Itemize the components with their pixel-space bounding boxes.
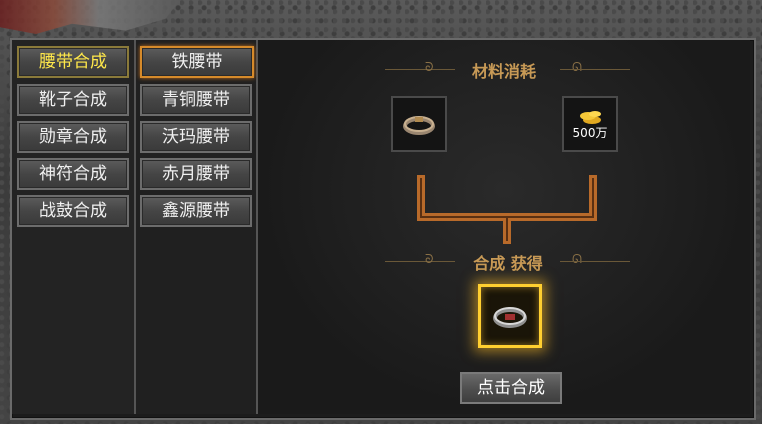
category-button-belt[interactable]: 腰带合成 [17, 46, 129, 78]
synthesize-button[interactable]: 点击合成 [460, 372, 562, 404]
item-label: 青铜腰带 [162, 90, 230, 110]
category-label: 腰带合成 [39, 52, 107, 72]
category-button-war-drum[interactable]: 战鼓合成 [17, 195, 129, 227]
category-button-medal[interactable]: 勋章合成 [17, 121, 129, 153]
item-label: 铁腰带 [171, 52, 223, 72]
category-label: 勋章合成 [39, 127, 107, 147]
item-button-woma-belt[interactable]: 沃玛腰带 [140, 121, 252, 153]
category-label: 神符合成 [39, 164, 107, 184]
connector-shade [420, 178, 422, 218]
divider-line [560, 69, 630, 70]
connector-shade [506, 216, 508, 241]
item-button-bronze-belt[interactable]: 青铜腰带 [140, 84, 252, 116]
material-slot[interactable] [391, 96, 447, 152]
item-label: 沃玛腰带 [162, 127, 230, 147]
item-button-redmoon-belt[interactable]: 赤月腰带 [140, 158, 252, 190]
ring-belt-icon [403, 116, 435, 135]
item-button-xinyuan-belt[interactable]: 鑫源腰带 [140, 195, 252, 227]
item-button-iron-belt[interactable]: 铁腰带 [140, 46, 254, 78]
gold-amount: 500万 [572, 126, 608, 140]
connector-shade [592, 178, 594, 218]
divider-line [560, 261, 630, 262]
result-slot[interactable] [478, 284, 542, 348]
scroll-ornament-icon: ᘏ [572, 252, 582, 266]
item-label: 赤月腰带 [162, 164, 230, 184]
category-label: 战鼓合成 [39, 201, 107, 221]
category-label: 靴子合成 [39, 90, 107, 110]
scroll-ornament-icon: ᘏ [572, 60, 582, 74]
belt-icon [493, 307, 527, 328]
category-button-talisman[interactable]: 神符合成 [17, 158, 129, 190]
material-slot[interactable]: 500万 [562, 96, 618, 152]
category-button-boots[interactable]: 靴子合成 [17, 84, 129, 116]
item-label: 鑫源腰带 [162, 201, 230, 221]
